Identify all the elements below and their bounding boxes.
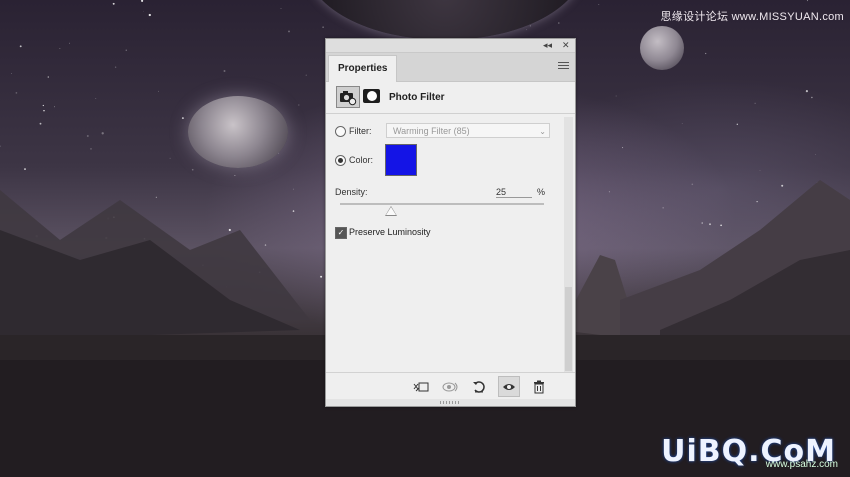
visibility-eye-icon[interactable] <box>498 376 520 397</box>
adjustment-title: Photo Filter <box>389 92 445 103</box>
properties-panel: ◂◂ ✕ Properties Photo Filter Filter: War… <box>325 38 576 407</box>
filter-radio[interactable] <box>335 126 346 137</box>
watermark-url: www.psahz.com <box>765 459 838 470</box>
filter-select[interactable]: Warming Filter (85) ⌄ <box>386 123 550 138</box>
panel-menu-icon[interactable] <box>558 62 569 71</box>
density-label: Density: <box>335 187 368 197</box>
resize-grip[interactable] <box>326 399 575 406</box>
panel-topbar: ◂◂ ✕ <box>326 39 575 53</box>
clip-to-layer-icon[interactable] <box>410 376 432 397</box>
chevron-down-icon: ⌄ <box>539 127 546 136</box>
panel-footer <box>326 372 575 400</box>
collapse-icon[interactable]: ◂◂ <box>543 39 552 51</box>
filter-label: Filter: <box>349 126 372 136</box>
adjustment-controls: Filter: Warming Filter (85) ⌄ Color: Den… <box>326 115 562 371</box>
watermark-top: 思缘设计论坛 www.MISSYUAN.com <box>660 11 844 23</box>
adjustment-header: Photo Filter <box>326 81 575 114</box>
color-label: Color: <box>349 155 374 165</box>
scrollbar-thumb[interactable] <box>565 287 572 371</box>
view-previous-state-icon[interactable] <box>440 376 462 397</box>
layer-mask-icon[interactable] <box>363 89 380 103</box>
panel-scrollbar[interactable] <box>564 117 573 372</box>
trash-icon[interactable] <box>528 376 550 397</box>
preserve-luminosity-label: Preserve Luminosity <box>349 227 431 237</box>
panel-tab-row: Properties <box>326 53 575 82</box>
tab-properties[interactable]: Properties <box>328 55 398 82</box>
photo-filter-adjustment-icon[interactable] <box>336 86 360 108</box>
filter-select-value: Warming Filter (85) <box>393 126 470 136</box>
density-unit: % <box>537 187 546 197</box>
close-icon[interactable]: ✕ <box>562 39 570 51</box>
density-slider-track[interactable] <box>340 203 544 205</box>
preserve-luminosity-checkbox[interactable]: ✓ <box>335 227 347 239</box>
color-radio[interactable] <box>335 155 346 166</box>
reset-icon[interactable] <box>468 376 490 397</box>
color-swatch[interactable] <box>385 144 417 176</box>
density-slider-thumb[interactable] <box>385 206 397 216</box>
density-input[interactable]: 25 <box>496 187 532 198</box>
